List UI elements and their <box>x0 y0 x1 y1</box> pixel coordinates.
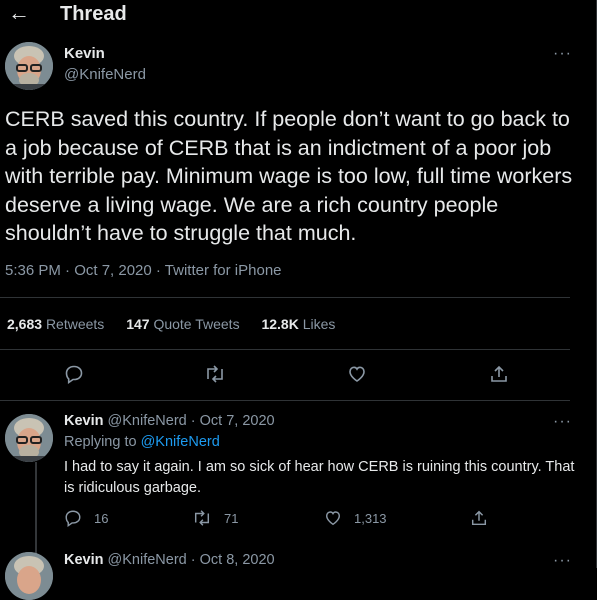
reply-author-name[interactable]: Kevin <box>64 552 104 568</box>
thread-line <box>35 462 37 554</box>
like-icon[interactable] <box>347 364 367 384</box>
reply-icon[interactable] <box>64 364 84 384</box>
more-options-icon[interactable]: ··· <box>553 413 572 431</box>
reply-action[interactable]: 16 <box>64 509 108 527</box>
replying-to: Replying to @KnifeNerd <box>64 434 220 450</box>
like-count: 1,313 <box>354 510 387 526</box>
retweet-icon[interactable] <box>204 364 226 384</box>
avatar[interactable] <box>5 414 53 462</box>
reply-header: Kevin @KnifeNerd · Oct 7, 2020 <box>64 413 275 429</box>
retweet-icon <box>194 510 210 526</box>
avatar[interactable] <box>5 42 53 90</box>
likes-count: 12.8K <box>261 316 299 332</box>
divider <box>0 349 570 350</box>
reply-text: I had to say it again. I am so sick of h… <box>64 459 575 496</box>
arrow-left-icon[interactable]: ← <box>8 2 30 24</box>
retweet-action[interactable]: 71 <box>192 509 238 527</box>
more-options-icon[interactable]: ··· <box>553 45 572 63</box>
retweets-label: Retweets <box>45 316 105 332</box>
quotes-label: Quote Tweets <box>153 316 240 332</box>
retweets-count: 2,683 <box>7 316 43 332</box>
page-header: ← Thread <box>0 0 597 30</box>
reply-author-name[interactable]: Kevin <box>64 413 104 429</box>
reply-handle-date[interactable]: @KnifeNerd · Oct 8, 2020 <box>108 552 275 568</box>
reply-handle-date[interactable]: @KnifeNerd · Oct 7, 2020 <box>108 413 275 429</box>
author-name[interactable]: Kevin <box>64 45 105 62</box>
avatar[interactable] <box>5 552 53 600</box>
divider <box>0 400 570 401</box>
tweet-stats: 2,683 Retweets 147 Quote Tweets 12.8K Li… <box>7 316 353 332</box>
reply-icon <box>65 510 81 527</box>
more-options-icon[interactable]: ··· <box>553 552 572 570</box>
reply-header: Kevin @KnifeNerd · Oct 8, 2020 <box>64 552 275 568</box>
quotes-stat[interactable]: 147 Quote Tweets <box>126 316 239 332</box>
retweets-stat[interactable]: 2,683 Retweets <box>7 316 104 332</box>
likes-label: Likes <box>302 316 336 332</box>
like-icon <box>325 511 341 526</box>
tweet-text: CERB saved this country. If people don’t… <box>5 107 573 245</box>
quotes-count: 147 <box>126 316 150 332</box>
page-title: Thread <box>60 3 127 25</box>
reply-count: 16 <box>94 510 109 526</box>
retweet-count: 71 <box>224 510 239 526</box>
share-action[interactable] <box>470 509 488 527</box>
like-action[interactable]: 1,313 <box>324 509 387 527</box>
replying-to-prefix: Replying to <box>64 434 141 450</box>
likes-stat[interactable]: 12.8K Likes <box>261 316 335 332</box>
tweet-meta[interactable]: 5:36 PM · Oct 7, 2020 · Twitter for iPho… <box>5 262 282 279</box>
divider <box>0 297 570 298</box>
share-icon <box>471 510 487 526</box>
author-handle[interactable]: @KnifeNerd <box>64 66 146 83</box>
replying-to-handle[interactable]: @KnifeNerd <box>141 434 220 450</box>
share-icon[interactable] <box>489 364 509 384</box>
